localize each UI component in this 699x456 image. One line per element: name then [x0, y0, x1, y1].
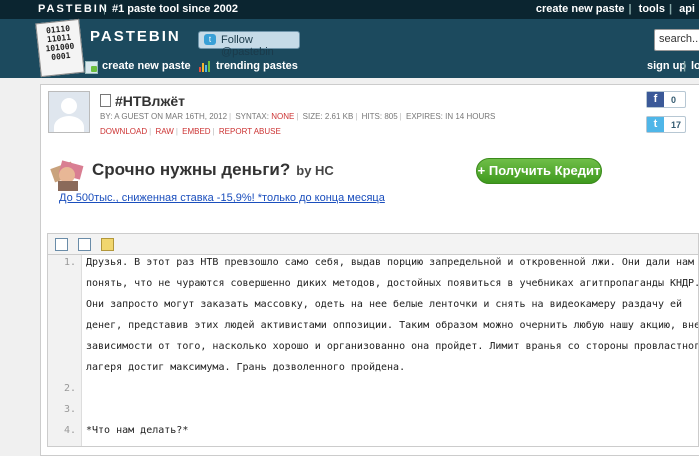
- avatar: [48, 91, 90, 133]
- nav-bar: create new paste trending pastes sign up…: [0, 59, 699, 78]
- embed-link[interactable]: EMBED: [182, 127, 210, 136]
- top-brand[interactable]: PASTEBIN: [38, 3, 109, 15]
- top-bar: PASTEBIN | #1 paste tool since 2002 crea…: [0, 0, 699, 19]
- ad-title[interactable]: Срочно нужны деньги? by HC: [92, 160, 334, 180]
- document-icon: [100, 94, 111, 107]
- tagline: #1 paste tool since 2002: [112, 3, 238, 15]
- twitter-bird-icon: t: [204, 34, 216, 45]
- paste-meta: BY: A GUEST ON MAR 16TH, 2012 | SYNTAX: N…: [100, 112, 495, 121]
- twitter-count: 17: [671, 120, 682, 130]
- ad-link[interactable]: До 500тыс., сниженная ставка -15,9%! *то…: [59, 192, 385, 204]
- code-toolbar: [47, 233, 699, 254]
- line-text: зависимости от того, насколько хорошо и …: [86, 341, 699, 352]
- top-link-api[interactable]: api: [679, 3, 695, 15]
- nav-sign-up[interactable]: sign up: [647, 60, 686, 72]
- logo-text[interactable]: PASTEBIN: [90, 28, 181, 45]
- search-input[interactable]: search...: [654, 29, 699, 51]
- action-divider: |: [175, 127, 178, 136]
- paste-title: #НТВлжёт: [100, 93, 185, 109]
- meta-divider: |: [229, 112, 232, 121]
- top-separator: |: [103, 3, 106, 15]
- toggle-line-numbers-icon[interactable]: [55, 238, 68, 251]
- meta-expires: EXPIRES: IN 14 HOURS: [405, 112, 496, 121]
- meta-size: SIZE: 2.61 KB: [302, 112, 354, 121]
- top-links: create new paste | tools | api: [532, 3, 695, 15]
- trending-chart-icon: [199, 61, 211, 72]
- wrap-text-icon[interactable]: [78, 238, 91, 251]
- line-text: *Что нам делать?*: [86, 425, 189, 436]
- copy-clipboard-icon[interactable]: [101, 238, 114, 251]
- report-abuse-link[interactable]: REPORT ABUSE: [219, 127, 281, 136]
- line-number-gutter: [48, 255, 82, 446]
- facebook-share-button[interactable]: f 0: [646, 91, 686, 108]
- line-text: лагеря достиг максимума. Грань дозволенн…: [86, 362, 406, 373]
- nav-create-new-paste[interactable]: create new paste: [102, 60, 191, 72]
- line-text: понять, что не чураются совершенно диких…: [86, 278, 699, 289]
- nav-trending-pastes[interactable]: trending pastes: [216, 60, 298, 72]
- ad-by: by HC: [296, 163, 334, 178]
- top-link-create-new-paste[interactable]: create new paste: [536, 3, 625, 15]
- action-divider: |: [212, 127, 215, 136]
- line-text: Друзья. В этот раз НТВ превзошло само се…: [86, 257, 695, 268]
- meta-author: BY: A GUEST ON MAR 16TH, 2012: [100, 112, 228, 121]
- raw-link[interactable]: RAW: [155, 127, 173, 136]
- meta-hits: HITS: 805: [361, 112, 398, 121]
- follow-label: Follow @pastebin: [221, 34, 274, 58]
- twitter-share-button[interactable]: t 17: [646, 116, 686, 133]
- meta-divider: |: [399, 112, 402, 121]
- twitter-icon: t: [647, 117, 664, 132]
- top-link-tools[interactable]: tools: [639, 3, 665, 15]
- follow-twitter-button[interactable]: t Follow @pastebin: [198, 31, 300, 58]
- facebook-icon: f: [647, 92, 664, 107]
- meta-divider: |: [296, 112, 299, 121]
- get-credit-button[interactable]: + Получить Кредит: [476, 158, 602, 184]
- ad-title-text: Срочно нужны деньги?: [92, 160, 291, 179]
- nav-login[interactable]: lo: [691, 60, 699, 72]
- line-text: Они запросто могут заказать массовку, од…: [86, 299, 683, 310]
- top-link-divider: |: [628, 3, 632, 15]
- new-paste-icon: [85, 61, 98, 74]
- ad-image-icon[interactable]: [50, 155, 85, 191]
- line-text: денег, представив этих людей активистами…: [86, 320, 699, 331]
- line-number: 2.: [63, 383, 76, 394]
- facebook-count: 0: [671, 95, 677, 105]
- download-link[interactable]: DOWNLOAD: [100, 127, 147, 136]
- meta-divider: |: [355, 112, 358, 121]
- paste-title-text: #НТВлжёт: [115, 93, 186, 109]
- header: 01110 11011 101000 0001 PASTEBIN t Follo…: [0, 18, 699, 78]
- meta-syntax-value[interactable]: NONE: [271, 112, 294, 121]
- action-divider: |: [149, 127, 152, 136]
- line-number: 3.: [63, 404, 76, 415]
- top-link-divider: |: [668, 3, 673, 15]
- line-number: 1.: [63, 257, 76, 268]
- nav-divider: |: [683, 60, 687, 72]
- meta-syntax-label: SYNTAX:: [235, 112, 269, 121]
- line-number: 4.: [63, 425, 76, 436]
- code-view[interactable]: 1. Друзья. В этот раз НТВ превзошло само …: [47, 254, 699, 447]
- paste-actions: DOWNLOAD | RAW | EMBED | REPORT ABUSE: [100, 127, 281, 136]
